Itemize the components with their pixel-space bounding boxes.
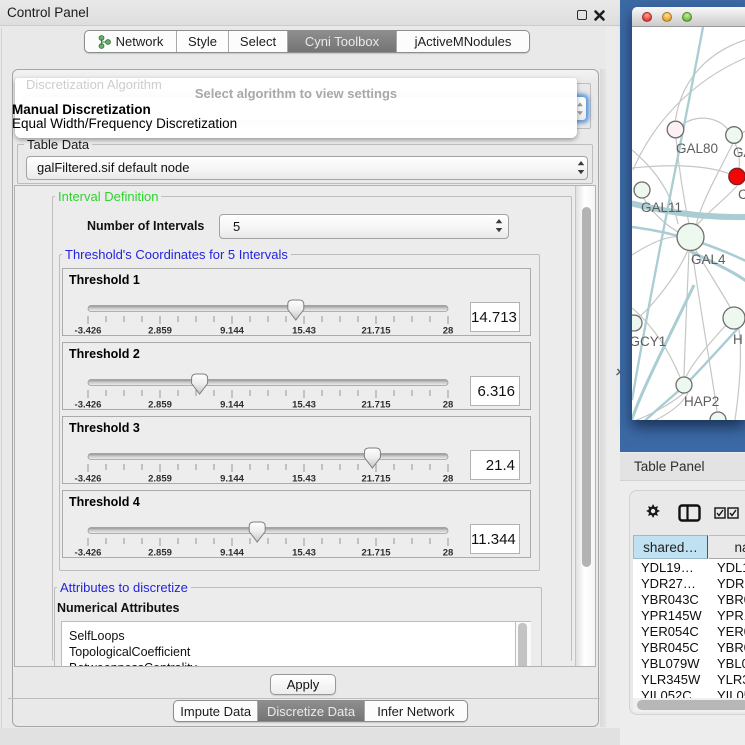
svg-text:-3.426: -3.426 bbox=[75, 548, 102, 559]
svg-text:15.43: 15.43 bbox=[292, 400, 316, 411]
svg-text:2.859: 2.859 bbox=[148, 474, 172, 485]
svg-text:HAP2: HAP2 bbox=[684, 394, 719, 409]
svg-text:15.43: 15.43 bbox=[292, 326, 316, 337]
svg-text:2.859: 2.859 bbox=[148, 548, 172, 559]
svg-text:21.715: 21.715 bbox=[361, 326, 391, 337]
svg-text:GAL80: GAL80 bbox=[676, 141, 718, 156]
svg-text:GCY1: GCY1 bbox=[632, 334, 666, 349]
svg-text:2.859: 2.859 bbox=[148, 326, 172, 337]
svg-text:9.144: 9.144 bbox=[220, 400, 244, 411]
svg-text:21.715: 21.715 bbox=[361, 400, 391, 411]
svg-text:28: 28 bbox=[443, 548, 454, 559]
svg-text:9.144: 9.144 bbox=[220, 474, 244, 485]
svg-text:H: H bbox=[733, 332, 743, 347]
svg-text:GAL11: GAL11 bbox=[641, 200, 682, 215]
svg-text:28: 28 bbox=[443, 474, 454, 485]
svg-text:GAL4: GAL4 bbox=[691, 252, 726, 267]
svg-text:15.43: 15.43 bbox=[292, 548, 316, 559]
svg-text:-3.426: -3.426 bbox=[75, 326, 102, 337]
svg-text:-3.426: -3.426 bbox=[75, 474, 102, 485]
svg-text:-3.426: -3.426 bbox=[75, 400, 102, 411]
svg-text:21.715: 21.715 bbox=[361, 474, 391, 485]
svg-text:28: 28 bbox=[443, 400, 454, 411]
svg-text:C: C bbox=[738, 187, 745, 202]
svg-text:15.43: 15.43 bbox=[292, 474, 316, 485]
svg-text:GA: GA bbox=[733, 145, 745, 160]
svg-text:21.715: 21.715 bbox=[361, 548, 391, 559]
svg-text:2.859: 2.859 bbox=[148, 400, 172, 411]
svg-text:9.144: 9.144 bbox=[220, 326, 244, 337]
svg-text:28: 28 bbox=[443, 326, 454, 337]
svg-text:9.144: 9.144 bbox=[220, 548, 244, 559]
